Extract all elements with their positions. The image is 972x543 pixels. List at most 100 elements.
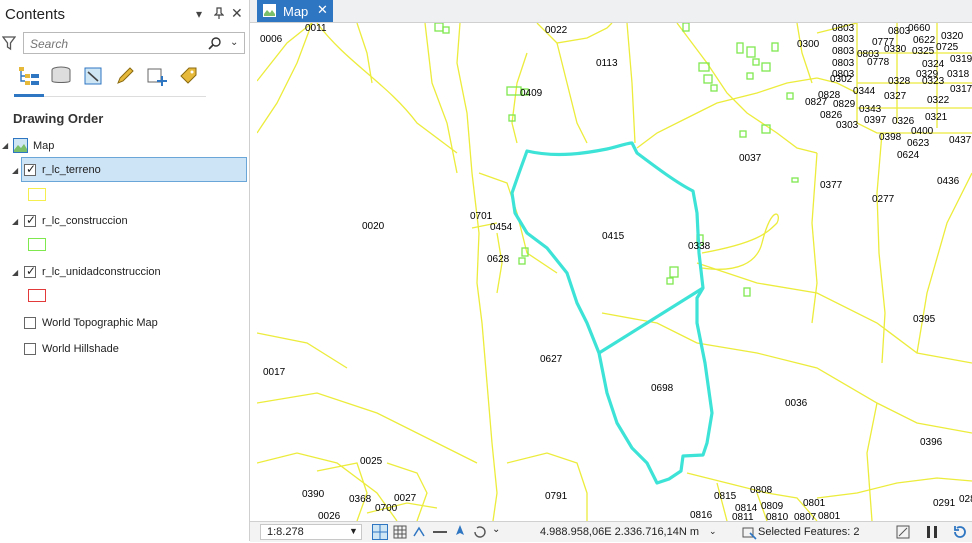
- parcel-label: 0020: [362, 221, 385, 232]
- list-by-source-icon[interactable]: [48, 64, 74, 88]
- list-by-labeling-icon[interactable]: [176, 64, 202, 88]
- scale-value: 1:8.278: [267, 526, 304, 538]
- chevron-down-icon[interactable]: ⌄: [492, 524, 508, 540]
- north-arrow-icon[interactable]: [452, 524, 468, 540]
- search-box[interactable]: ⌄: [23, 32, 245, 54]
- parcel-label: 0398: [879, 132, 902, 143]
- contents-view-toolbar: [14, 64, 209, 94]
- snapping-icon[interactable]: [412, 524, 428, 540]
- parcel-label: 0321: [925, 112, 948, 123]
- parcel-label: 0400: [911, 126, 934, 137]
- parcel-label: 0810: [766, 512, 789, 521]
- map-node-label[interactable]: Map: [33, 140, 54, 152]
- pause-drawing-icon[interactable]: [924, 524, 940, 540]
- unidadconstruccion-symbol-swatch[interactable]: [28, 289, 46, 302]
- terreno-symbol-swatch[interactable]: [28, 188, 46, 201]
- parcel-label: 0809: [761, 501, 784, 512]
- parcel-label: 0791: [545, 491, 568, 502]
- parcel-label: 0803: [832, 34, 855, 45]
- parcel-label: 0288: [959, 494, 972, 505]
- tab-map[interactable]: Map ✕: [257, 0, 333, 22]
- parcel-label: 0277: [872, 194, 895, 205]
- layer-visibility-checkbox[interactable]: [24, 162, 36, 176]
- parcel-label: 0803: [832, 46, 855, 57]
- refresh-view-icon[interactable]: [472, 524, 488, 540]
- parcel-label: 0025: [360, 456, 383, 467]
- parcel-label: 0328: [888, 76, 911, 87]
- parcel-label: 0317: [950, 84, 972, 95]
- parcel-label: 0627: [540, 354, 563, 365]
- parcel-label: 0803: [888, 26, 911, 37]
- layer-name[interactable]: World Hillshade: [42, 343, 119, 355]
- parcel-label: 0436: [937, 176, 960, 187]
- refresh-icon[interactable]: [952, 524, 968, 540]
- list-by-snapping-icon[interactable]: [144, 64, 170, 88]
- layer-visibility-checkbox[interactable]: [24, 343, 36, 355]
- layer-name[interactable]: r_lc_unidadconstruccion: [42, 266, 161, 278]
- section-title: Drawing Order: [13, 111, 104, 126]
- parcel-label: 0701: [470, 211, 493, 222]
- parcel-label: 0415: [602, 231, 625, 242]
- parcel-label: 0828: [818, 90, 841, 101]
- map-canvas[interactable]: [257, 23, 972, 521]
- parcel-label: 0377: [820, 180, 843, 191]
- parcel-label: 0026: [318, 511, 341, 521]
- parcel-label: 0454: [490, 222, 513, 233]
- active-tool-indicator: [14, 94, 44, 97]
- pin-icon[interactable]: [213, 7, 225, 22]
- map-tab-label: Map: [283, 4, 309, 19]
- parcel-label: 0017: [263, 367, 286, 378]
- map-view[interactable]: 0006 0011 0022 0113 0409 0300 0803 0803 0803 0660…: [257, 23, 972, 521]
- parcel-label: 0816: [690, 510, 713, 521]
- parcel-label: 0011: [305, 23, 327, 34]
- search-options-chevron-icon[interactable]: ⌄: [230, 37, 238, 48]
- parcel-label: 0037: [739, 153, 762, 164]
- parcel-label: 0623: [907, 138, 930, 149]
- list-by-drawing-order-icon[interactable]: [16, 64, 42, 88]
- parcel-label: 0291: [933, 498, 956, 509]
- layer-visibility-checkbox[interactable]: [24, 317, 36, 329]
- layer-name[interactable]: r_lc_construccion: [42, 215, 128, 227]
- parcel-label: 0113: [596, 58, 618, 69]
- map-node-icon: [13, 138, 28, 156]
- parcel-label: 0808: [750, 485, 773, 496]
- filter-icon[interactable]: [1, 35, 17, 54]
- coordinates-chevron-icon[interactable]: ⌄: [709, 526, 717, 537]
- parcel-label: 0622: [913, 35, 936, 46]
- collapse-map-icon[interactable]: ◢: [2, 141, 8, 150]
- parcel-label: 0344: [853, 86, 876, 97]
- pane-options-icon[interactable]: ▾: [196, 7, 202, 21]
- view-tab-strip: [250, 0, 972, 23]
- close-tab-icon[interactable]: ✕: [317, 2, 328, 18]
- layer-name[interactable]: r_lc_terreno: [42, 164, 101, 176]
- construccion-symbol-swatch[interactable]: [28, 238, 46, 251]
- search-icon[interactable]: [208, 36, 222, 53]
- selection-icon[interactable]: [741, 524, 757, 540]
- map-tab-icon: [263, 4, 276, 17]
- list-by-editing-icon[interactable]: [112, 64, 138, 88]
- grid-icon[interactable]: [392, 524, 408, 540]
- scale-dropdown[interactable]: 1:8.278 ▼: [260, 524, 362, 540]
- layer-visibility-checkbox[interactable]: [24, 264, 36, 278]
- measure-icon[interactable]: [432, 524, 448, 540]
- parcel-label: 0006: [260, 34, 283, 45]
- selected-features-count[interactable]: Selected Features: 2: [758, 526, 860, 538]
- parcel-label: 0343: [859, 104, 882, 115]
- parcel-label: 0322: [927, 95, 950, 106]
- parcel-label: 0022: [545, 25, 568, 36]
- close-pane-icon[interactable]: ✕: [231, 5, 243, 22]
- collapse-layer-icon[interactable]: ◢: [12, 268, 18, 277]
- parcel-label: 0803: [832, 23, 855, 34]
- selected-parcels: [510, 141, 714, 485]
- collapse-layer-icon[interactable]: ◢: [12, 166, 18, 175]
- layer-name[interactable]: World Topographic Map: [42, 317, 158, 329]
- collapse-layer-icon[interactable]: ◢: [12, 217, 18, 226]
- layer-visibility-checkbox[interactable]: [24, 213, 36, 227]
- search-input[interactable]: [28, 36, 202, 52]
- parcel-label: 0807: [794, 512, 817, 521]
- clear-selection-icon[interactable]: [895, 524, 911, 540]
- list-by-selection-icon[interactable]: [80, 64, 106, 88]
- pane-title: Contents: [5, 6, 66, 23]
- grid-navigator-icon[interactable]: [372, 524, 388, 540]
- contents-pane: Contents ▾ ✕ ⌄ Drawing: [0, 0, 250, 541]
